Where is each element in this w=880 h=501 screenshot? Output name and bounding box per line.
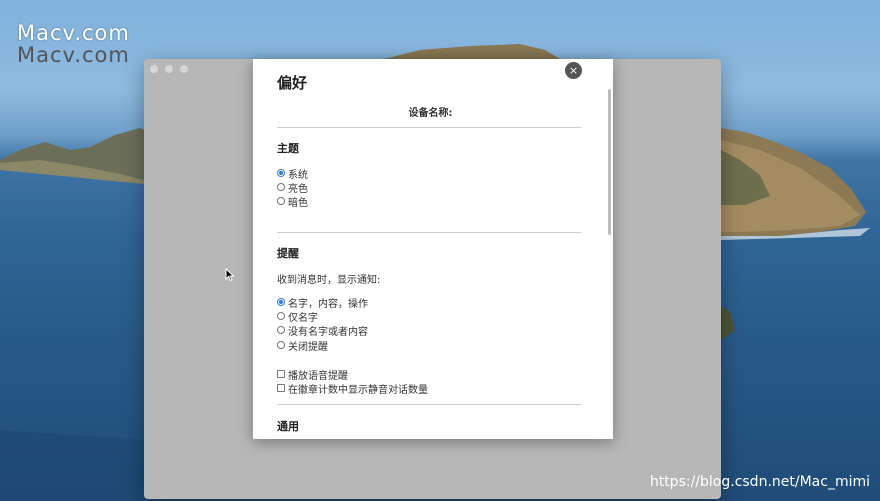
window-zoom-dot[interactable]	[180, 65, 188, 73]
theme-option-system[interactable]: 系统	[277, 167, 308, 181]
mouse-pointer-icon	[225, 268, 235, 282]
credit-url: https://blog.csdn.net/Mac_mimi	[649, 474, 870, 490]
option-label: 仅名字	[288, 312, 318, 324]
close-button[interactable]: ×	[565, 62, 582, 79]
checkbox-label: 在徽章计数中显示静音对话数量	[288, 384, 428, 396]
option-label: 名字，内容，操作	[288, 298, 368, 310]
radio-button[interactable]	[277, 341, 285, 349]
divider	[277, 232, 582, 233]
theme-heading: 主题	[277, 142, 299, 155]
notify-option-off[interactable]: 关闭提醒	[277, 339, 328, 353]
device-name-label: 设备名称:	[408, 108, 453, 119]
preferences-dialog: 偏好 × 设备名称: 主题 系统 亮色 暗色 提醒 收到消息时，显示通知: 名字…	[253, 59, 613, 439]
option-label: 系统	[288, 169, 308, 181]
scrollbar[interactable]	[608, 89, 611, 235]
radio-button[interactable]	[277, 169, 285, 177]
option-label: 关闭提醒	[288, 341, 328, 353]
checkbox-badge-muted[interactable]: 在徽章计数中显示静音对话数量	[277, 382, 428, 396]
radio-button[interactable]	[277, 298, 285, 306]
checkbox-label: 播放语音提醒	[288, 370, 348, 382]
window-close-dot[interactable]	[150, 65, 158, 73]
checkbox[interactable]	[277, 370, 285, 378]
checkbox-voice-alert[interactable]: 播放语音提醒	[277, 368, 348, 382]
notify-option-name-only[interactable]: 仅名字	[277, 310, 318, 324]
notification-heading: 提醒	[277, 247, 299, 260]
notify-option-full[interactable]: 名字，内容，操作	[277, 296, 368, 310]
option-label: 没有名字或者内容	[288, 326, 368, 338]
watermark-text-shadow: Macv.com	[17, 43, 130, 67]
notify-option-none[interactable]: 没有名字或者内容	[277, 324, 368, 338]
dialog-title: 偏好	[277, 74, 308, 92]
radio-button[interactable]	[277, 326, 285, 334]
watermark-text: Macv.com	[17, 21, 130, 45]
theme-option-dark[interactable]: 暗色	[277, 195, 308, 209]
close-icon: ×	[568, 64, 579, 77]
window-minimize-dot[interactable]	[165, 65, 173, 73]
notification-description: 收到消息时，显示通知:	[277, 275, 381, 286]
divider	[277, 404, 582, 405]
theme-option-light[interactable]: 亮色	[277, 181, 308, 195]
general-heading: 通用	[277, 420, 299, 433]
option-label: 亮色	[288, 183, 308, 195]
option-label: 暗色	[288, 197, 308, 209]
radio-button[interactable]	[277, 312, 285, 320]
radio-button[interactable]	[277, 183, 285, 191]
radio-button[interactable]	[277, 197, 285, 205]
checkbox[interactable]	[277, 384, 285, 392]
divider	[277, 127, 582, 128]
